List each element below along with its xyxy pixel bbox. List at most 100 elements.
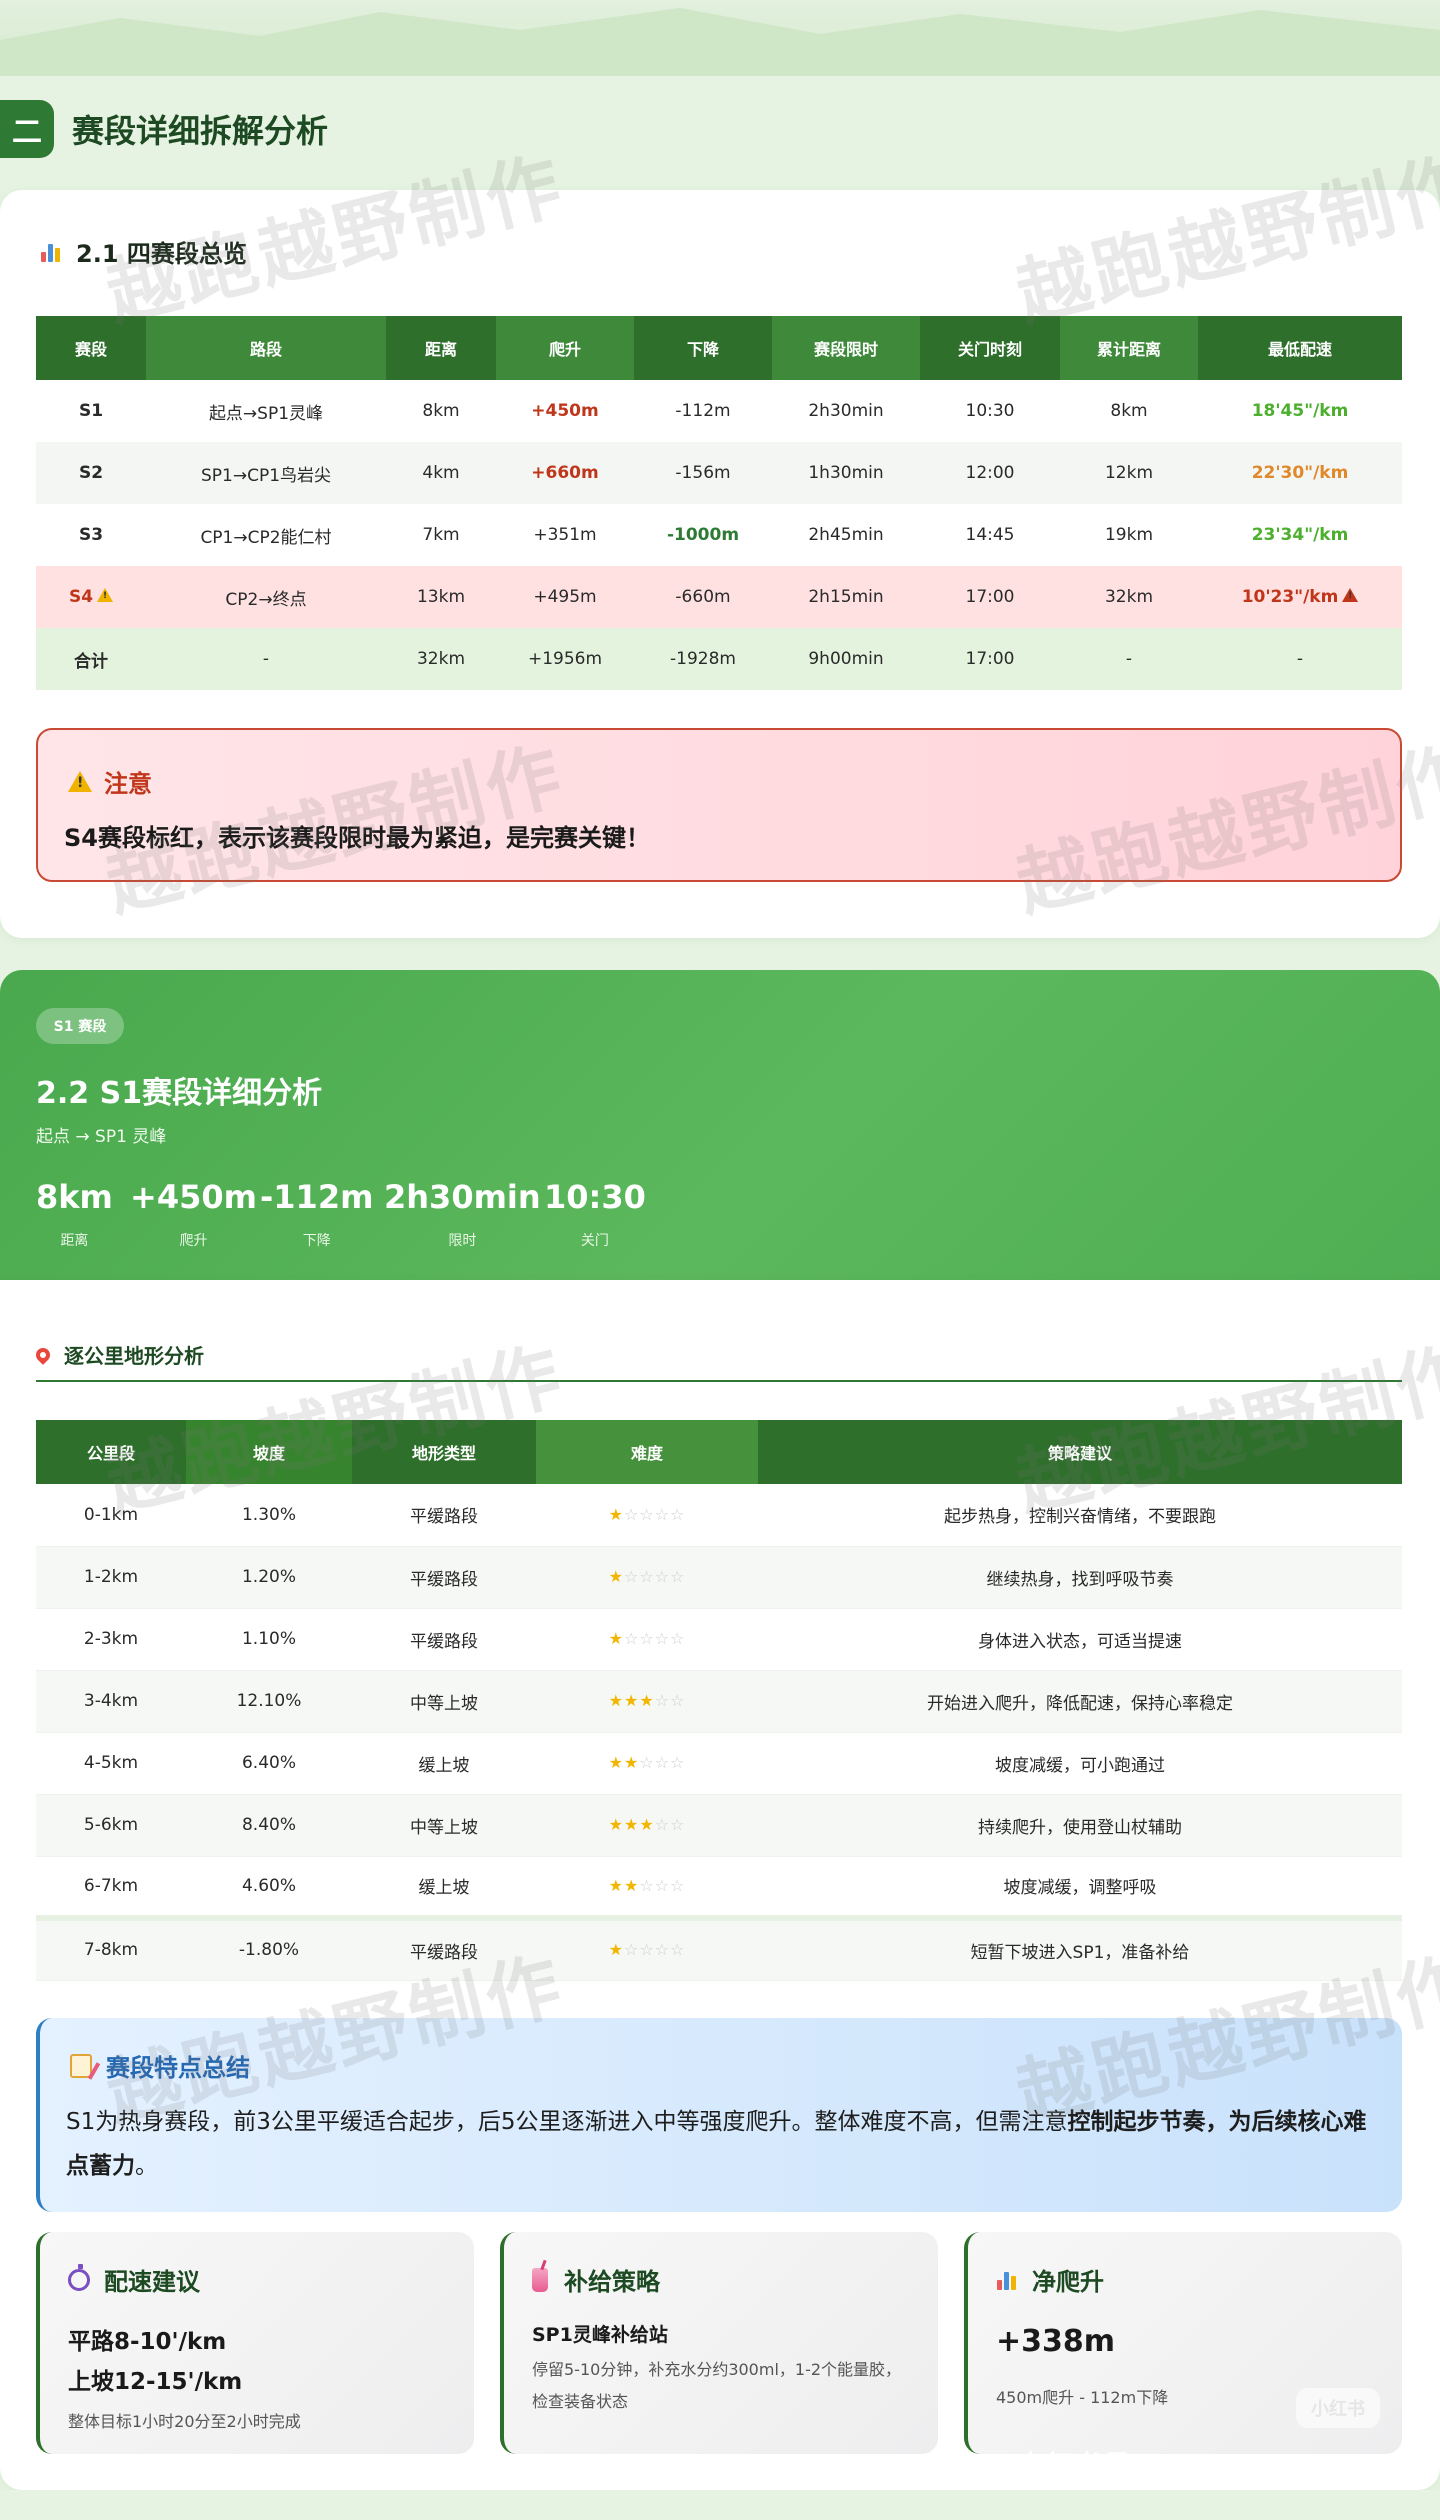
star-empty-icon: ☆ [639, 1504, 655, 1524]
warning-icon [68, 771, 92, 792]
col-header: 下降 [634, 316, 772, 380]
star-empty-icon: ☆ [670, 1629, 686, 1648]
cell-strategy: 开始进入爬升，降低配速，保持心率稳定 [758, 1670, 1402, 1733]
footer-band [0, 2490, 1440, 2520]
col-header: 坡度 [186, 1420, 352, 1484]
star-empty-icon: ☆ [654, 1504, 671, 1524]
cell-terrain-type: 缓上坡 [352, 1732, 536, 1795]
cell-strategy: 坡度减缓，调整呼吸 [758, 1856, 1402, 1919]
star-empty-icon: ☆ [654, 1815, 671, 1834]
star-empty-icon: ☆ [670, 1567, 686, 1586]
cell-terrain-type: 中等上坡 [352, 1794, 536, 1857]
cell-distance: 32km [386, 628, 496, 690]
star-empty-icon: ☆ [639, 1753, 655, 1772]
star-filled-icon: ★ [623, 1815, 640, 1834]
cell-climb: +495m [496, 566, 634, 628]
star-empty-icon: ☆ [639, 1567, 655, 1586]
warning-icon [1342, 588, 1359, 602]
pace-card: 配速建议 平路8-10'/km 上坡12-15'/km 整体目标1小时20分至2… [36, 2232, 474, 2454]
notice-text: S4赛段标红，表示该赛段限时最为紧迫，是完赛关键！ [64, 824, 650, 852]
cell-limit: 9h00min [772, 628, 920, 690]
cell-climb: +450m [531, 401, 599, 421]
star-empty-icon: ☆ [670, 1940, 686, 1960]
difficulty-stars: ★★★☆☆ [536, 1794, 758, 1857]
cell-pace: 18'45"/km [1251, 401, 1349, 421]
cell-segment: S1 [78, 401, 104, 421]
stat-limit: 2h30min 限时 [384, 1178, 541, 1249]
col-header: 爬升 [496, 316, 634, 380]
difficulty-stars: ★☆☆☆☆ [536, 1484, 758, 1547]
cell-close: 17:00 [920, 566, 1060, 628]
difficulty-stars: ★☆☆☆☆ [536, 1915, 758, 1981]
star-empty-icon: ☆ [654, 1629, 671, 1648]
col-header: 赛段限时 [772, 316, 920, 380]
cell-cumulative: 12km [1060, 442, 1198, 504]
difficulty-stars: ★★☆☆☆ [536, 1856, 758, 1919]
summary-text: S1为热身赛段，前3公里平缓适合起步，后5公里逐渐进入中等强度爬升。整体难度不高… [66, 2109, 1367, 2179]
cell-distance: 13km [386, 566, 496, 628]
cell-km: 1-2km [36, 1546, 186, 1609]
cell-grade: 1.30% [186, 1484, 352, 1547]
stopwatch-icon [68, 2263, 90, 2291]
table-row-total: 合计 - 32km +1956m -1928m 9h00min 17:00 - … [36, 628, 1402, 690]
cell-grade: 12.10% [186, 1670, 352, 1733]
star-empty-icon: ☆ [623, 1567, 640, 1586]
table-row: 0-1km 1.30% 平缓路段 ★☆☆☆☆ 起步热身，控制兴奋情绪，不要跟跑 [36, 1484, 1402, 1547]
cell-km: 3-4km [36, 1670, 186, 1733]
platform-credit: 小红书号：xingzaipeiwan [1016, 2449, 1400, 2482]
star-filled-icon: ★ [608, 1875, 624, 1895]
supply-card: 补给策略 SP1灵峰补给站 停留5-10分钟，补充水分约300ml，1-2个能量… [500, 2232, 938, 2454]
cell-distance: 8km [422, 401, 460, 421]
warning-icon [97, 588, 114, 602]
table-row: 3-4km 12.10% 中等上坡 ★★★☆☆ 开始进入爬升，降低配速，保持心率稳定 [36, 1670, 1402, 1733]
cell-close: 17:00 [920, 628, 1060, 690]
star-empty-icon: ☆ [670, 1504, 686, 1524]
net-climb-note: 450m爬升 - 112m下降 [996, 2388, 1169, 2407]
cell-limit: 2h45min [808, 525, 884, 545]
col-header: 难度 [536, 1420, 758, 1484]
star-empty-icon: ☆ [670, 1691, 686, 1710]
cell-grade: 8.40% [186, 1794, 352, 1857]
cell-climb: +1956m [496, 628, 634, 690]
table-row: 1-2km 1.20% 平缓路段 ★☆☆☆☆ 继续热身，找到呼吸节奏 [36, 1546, 1402, 1609]
divider [36, 1380, 1402, 1382]
table-row: 5-6km 8.40% 中等上坡 ★★★☆☆ 持续爬升，使用登山杖辅助 [36, 1794, 1402, 1857]
table-row: S3 CP1→CP2能仁村 7km +351m -1000m 2h45min 1… [36, 504, 1402, 566]
col-header: 策略建议 [758, 1420, 1402, 1484]
cell-grade: 1.20% [186, 1546, 352, 1609]
star-filled-icon: ★ [608, 1691, 624, 1710]
star-filled-icon: ★ [608, 1504, 624, 1524]
table-row: 6-7km 4.60% 缓上坡 ★★☆☆☆ 坡度减缓，调整呼吸 [36, 1856, 1402, 1919]
cell-terrain-type: 平缓路段 [352, 1546, 536, 1609]
terrain-table: 公里段 坡度 地形类型 难度 策略建议 0-1km 1.30% 平缓路段 ★☆☆☆☆ 起… [36, 1420, 1402, 1981]
difficulty-stars: ★★☆☆☆ [536, 1732, 758, 1795]
top-mountain-band [0, 0, 1440, 76]
segment-badge: S1 赛段 [36, 1008, 124, 1044]
s1-title: 2.2 S1赛段详细分析 [36, 1076, 323, 1111]
pace-note: 整体目标1小时20分至2小时完成 [68, 2412, 301, 2431]
overview-table: 赛段 路段 距离 爬升 下降 赛段限时 关门时刻 累计距离 最低配速 S1 起点… [36, 316, 1402, 690]
star-empty-icon: ☆ [639, 1875, 655, 1895]
cell-terrain-type: 缓上坡 [352, 1856, 536, 1919]
cell-descent: -112m [675, 401, 731, 421]
overview-title: 2.1 四赛段总览 [40, 234, 247, 269]
table-row: S4 CP2→终点 13km +495m -660m 2h15min 17:00… [36, 566, 1402, 628]
stat-climb: +450m 爬升 [130, 1178, 257, 1249]
cell-pace: 10'23"/km [1198, 566, 1402, 628]
cell-strategy: 持续爬升，使用登山杖辅助 [758, 1794, 1402, 1857]
star-empty-icon: ☆ [670, 1875, 686, 1895]
cell-grade: -1.80% [186, 1915, 352, 1981]
net-climb-value: +338m [996, 2324, 1116, 2359]
cell-grade: 6.40% [186, 1732, 352, 1795]
cell-segment: S4 [36, 566, 146, 628]
star-filled-icon: ★ [608, 1753, 624, 1772]
cell-descent: -660m [634, 566, 772, 628]
section-header: 二 赛段详细拆解分析 [0, 100, 328, 158]
cell-km: 7-8km [36, 1915, 186, 1981]
col-header: 赛段 [36, 316, 146, 380]
cell-terrain-type: 平缓路段 [352, 1608, 536, 1671]
table-row: 4-5km 6.40% 缓上坡 ★★☆☆☆ 坡度减缓，可小跑通过 [36, 1732, 1402, 1795]
cell-route: CP1→CP2能仁村 [200, 527, 332, 548]
star-filled-icon: ★ [608, 1567, 624, 1586]
col-header: 公里段 [36, 1420, 186, 1484]
